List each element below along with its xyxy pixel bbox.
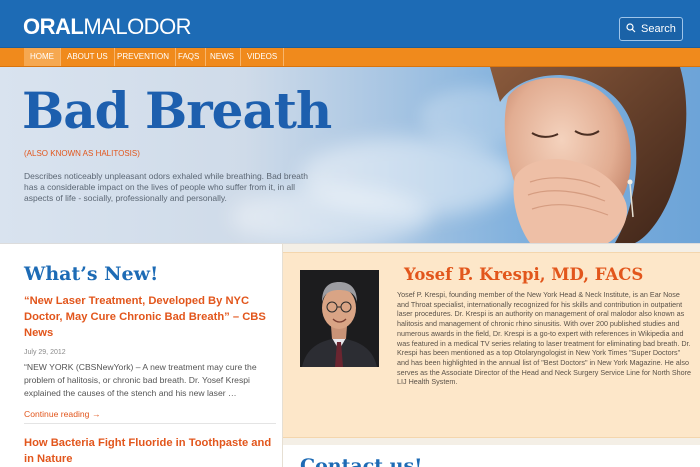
news-post-title-link[interactable]: How Bacteria Fight Fluoride in Toothpast… [24, 435, 279, 467]
doctor-photo [300, 270, 379, 367]
nav-faqs[interactable]: FAQS [172, 48, 207, 66]
nav-about-us[interactable]: ABOUT US [61, 48, 115, 66]
logo-light-text: MALODOR [83, 14, 192, 39]
hero-banner: Bad Breath (ALSO KNOWN AS HALITOSIS) Des… [0, 67, 700, 243]
news-post-excerpt: “NEW YORK (CBSNewYork) – A new treatment… [24, 362, 257, 398]
nav-news[interactable]: NEWS [204, 48, 241, 66]
nav-prevention[interactable]: PREVENTION [111, 48, 177, 66]
whats-new-heading: What’s New! [24, 263, 159, 285]
doctor-bio: Yosef P. Krespi, founding member of the … [397, 290, 692, 387]
contact-heading: Contact us! [300, 455, 423, 467]
search-button-label: Search [641, 23, 676, 35]
logo-bold-text: ORAL [23, 14, 84, 39]
site-header: ORALMALODOR Search [0, 0, 700, 48]
site-logo[interactable]: ORALMALODOR [23, 14, 192, 39]
hero-description: Describes noticeably unpleasant odors ex… [24, 171, 308, 203]
search-icon [626, 23, 636, 33]
hero-title: Bad Breath [22, 81, 332, 140]
news-post-title-link[interactable]: “New Laser Treatment, Developed By NYC D… [24, 293, 279, 341]
hero-aka-label: (ALSO KNOWN AS HALITOSIS) [24, 149, 140, 158]
continue-reading-link[interactable]: Continue reading → [24, 409, 100, 419]
doctor-card: Yosef P. Krespi, MD, FACS Yosef P. Kresp… [283, 252, 700, 438]
doctor-name: Yosef P. Krespi, MD, FACS [404, 265, 644, 284]
news-post-date: July 29, 2012 [24, 349, 66, 356]
search-button[interactable]: Search [619, 17, 683, 41]
main-nav: HOME ABOUT US PREVENTION FAQS NEWS VIDEO… [0, 48, 700, 67]
sidebar-column: Yosef P. Krespi, MD, FACS Yosef P. Kresp… [282, 243, 700, 467]
hero-woman-image [490, 67, 687, 243]
nav-home[interactable]: HOME [24, 48, 61, 66]
news-divider [24, 423, 276, 424]
nav-videos[interactable]: VIDEOS [241, 48, 285, 66]
whats-new-section: What’s New! “New Laser Treatment, Develo… [0, 243, 282, 467]
